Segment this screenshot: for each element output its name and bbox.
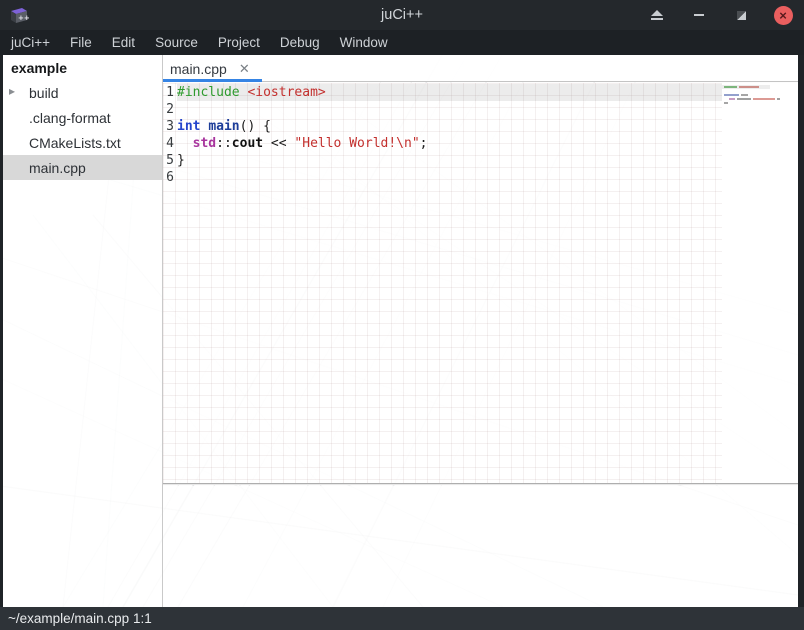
titlebar[interactable]: ++ juCi++ × <box>0 0 804 30</box>
line-number: 6 <box>163 169 174 186</box>
code-line-3[interactable]: 3int main() { <box>163 118 722 135</box>
code-text <box>177 169 722 186</box>
token-b: cout <box>232 136 263 151</box>
code-line-5[interactable]: 5} <box>163 152 722 169</box>
code-line-2[interactable]: 2 <box>163 101 722 118</box>
token-ns: std <box>193 136 216 151</box>
line-number: 2 <box>163 101 174 118</box>
minimap-segment <box>753 98 775 100</box>
minimap-row <box>724 90 798 92</box>
code-text: } <box>177 152 722 169</box>
menu-item-source[interactable]: Source <box>145 30 208 55</box>
token-pp: #include <box>177 85 240 100</box>
code-text: int main() { <box>177 118 722 135</box>
minimap-segment <box>724 98 727 100</box>
code-text: std::cout << "Hello World!\n"; <box>177 135 722 152</box>
code-line-1[interactable]: 1#include <iostream> <box>163 84 722 101</box>
menu-item-edit[interactable]: Edit <box>102 30 145 55</box>
file-browser: example ▸ build .clang-format CMakeLists.txt… <box>3 55 162 607</box>
minimap-segment <box>737 98 751 100</box>
minimap-segment <box>729 98 735 100</box>
maximize-button[interactable] <box>730 4 752 26</box>
tree-item-label: main.cpp <box>29 160 86 176</box>
tab-main-cpp[interactable]: main.cpp ✕ <box>163 55 262 82</box>
file-tree: example ▸ build .clang-format CMakeLists.txt… <box>3 55 162 180</box>
menu-item-project[interactable]: Project <box>208 30 270 55</box>
tree-item-label: .clang-format <box>29 110 111 126</box>
menubar: juCi++FileEditSourceProjectDebugWindow <box>0 30 804 55</box>
status-file-position: ~/example/main.cpp 1:1 <box>8 611 152 626</box>
content-area: example ▸ build .clang-format CMakeLists.txt… <box>3 55 798 607</box>
pane-splitter[interactable] <box>163 483 798 485</box>
tree-item-cmakelists-txt[interactable]: CMakeLists.txt <box>3 130 162 155</box>
token-inc: <iostream> <box>247 85 325 100</box>
minimap-row <box>724 98 798 100</box>
editor-pane: main.cpp✕ 1#include <iostream>23int main… <box>163 55 798 607</box>
minimap-row <box>724 102 798 104</box>
minimap-row <box>724 86 798 88</box>
minimap[interactable] <box>722 83 798 483</box>
menu-item-debug[interactable]: Debug <box>270 30 330 55</box>
token-str: "Hello World!\n" <box>294 136 419 151</box>
tree-item-main-cpp[interactable]: main.cpp <box>3 155 162 180</box>
minimap-segment <box>741 94 748 96</box>
menu-item-juci[interactable]: juCi++ <box>1 30 60 55</box>
token-pl: << <box>263 136 294 151</box>
token-pl: ; <box>420 136 428 151</box>
minimap-segment <box>739 86 759 88</box>
line-number: 3 <box>163 118 174 135</box>
code-area[interactable]: 1#include <iostream>23int main() {4 std:… <box>163 83 722 483</box>
tree-item-label: CMakeLists.txt <box>29 135 121 151</box>
minimap-segment <box>724 86 737 88</box>
minimap-row <box>724 94 798 96</box>
line-number: 1 <box>163 84 174 101</box>
tree-item-clang-format[interactable]: .clang-format <box>3 105 162 130</box>
tree-item-label: build <box>29 85 59 101</box>
token-pl <box>177 136 193 151</box>
token-pl: } <box>177 153 185 168</box>
line-number: 4 <box>163 135 174 152</box>
token-kw: int <box>177 119 200 134</box>
tree-root-example[interactable]: example <box>3 55 162 80</box>
token-fn: main <box>208 119 239 134</box>
minimize-icon <box>694 14 704 16</box>
line-number: 5 <box>163 152 174 169</box>
tree-item-build[interactable]: ▸ build <box>3 80 162 105</box>
maximize-icon <box>737 11 746 20</box>
minimap-segment <box>724 94 739 96</box>
code-line-6[interactable]: 6 <box>163 169 722 186</box>
token-pl: () { <box>240 119 271 134</box>
tabbar: main.cpp ✕ <box>163 55 798 82</box>
statusbar: ~/example/main.cpp 1:1 <box>0 607 804 630</box>
shade-button[interactable] <box>646 4 668 26</box>
close-button[interactable]: × <box>772 4 794 26</box>
token-pl: :: <box>216 136 232 151</box>
close-icon: × <box>774 6 793 25</box>
code-text <box>177 101 722 118</box>
tab-close-icon[interactable]: ✕ <box>239 61 250 77</box>
menu-item-file[interactable]: File <box>60 30 102 55</box>
minimize-button[interactable] <box>688 4 710 26</box>
output-pane[interactable] <box>163 486 798 607</box>
expander-icon[interactable]: ▸ <box>9 84 15 98</box>
editor: 1#include <iostream>23int main() {4 std:… <box>163 83 798 483</box>
code-line-4[interactable]: 4 std::cout << "Hello World!\n"; <box>163 135 722 152</box>
code-text: #include <iostream> <box>177 84 722 101</box>
juci-window: ++ juCi++ × juCi++FileEditSourceProjectD… <box>0 0 804 630</box>
menu-item-window[interactable]: Window <box>330 30 398 55</box>
minimap-segment <box>777 98 780 100</box>
tab-label: main.cpp <box>170 61 227 77</box>
minimap-segment <box>724 102 728 104</box>
